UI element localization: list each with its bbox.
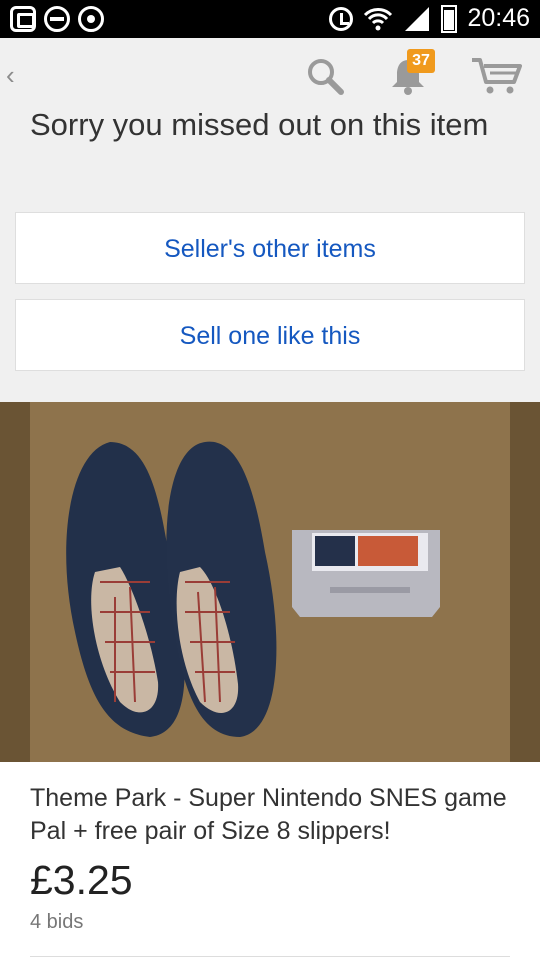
wifi-icon [363,6,393,32]
listing-title: Theme Park - Super Nintendo SNES game Pa… [30,784,507,845]
battery-icon [441,4,458,33]
chat-head-icon [10,6,36,32]
missed-out-heading: Sorry you missed out on this item [30,107,489,142]
search-icon[interactable] [305,56,345,96]
bid-count: 4 bids [30,911,84,933]
app-bar: ‹ [0,38,540,110]
disc-icon [78,6,104,32]
listing-price: £3.25 [30,857,133,903]
minus-circle-icon [44,6,70,32]
sell-one-like-this-button[interactable]: Sell one like this [15,299,525,371]
product-photo[interactable] [0,402,540,762]
clock-time: 20:46 [467,4,530,32]
status-notification-icons [10,6,104,32]
divider [30,956,510,957]
alarm-icon [329,6,354,31]
sellers-other-items-button[interactable]: Seller's other items [15,212,525,284]
signal-icon [403,5,431,33]
status-system-icons: 20:46 [329,4,530,33]
notification-count-badge: 37 [407,49,435,73]
cart-icon[interactable] [470,56,522,96]
back-icon[interactable]: ‹ [6,60,15,91]
status-bar: 20:46 [0,0,540,38]
